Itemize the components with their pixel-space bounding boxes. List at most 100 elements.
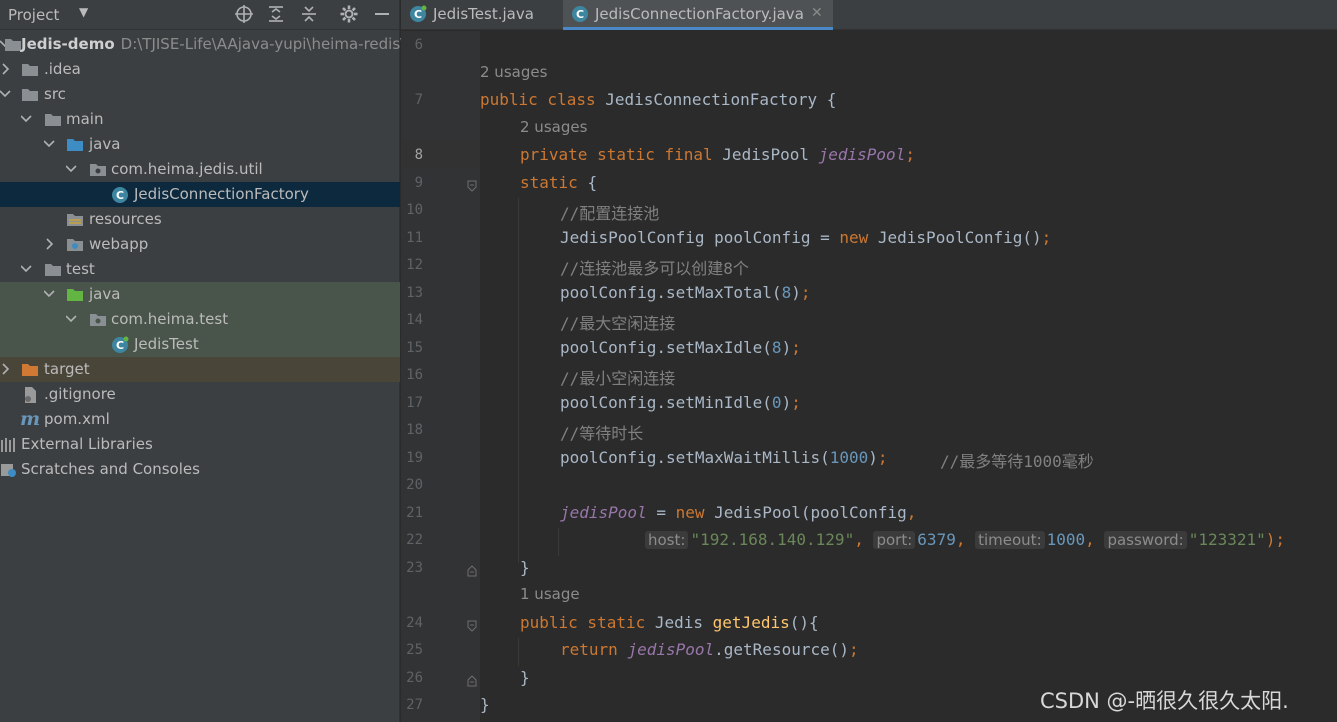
tree-item-main[interactable]: main [0, 107, 400, 132]
folder-icon [21, 61, 39, 78]
code-token: new [839, 228, 878, 247]
usage-hint[interactable]: 2 usages [520, 118, 587, 136]
chevron-right-icon[interactable] [0, 362, 12, 376]
tree-item-jedis-test[interactable]: C JedisTest [0, 332, 400, 357]
code-token: ; [877, 448, 888, 467]
libraries-icon [0, 436, 18, 453]
expand-all-icon[interactable] [265, 4, 287, 26]
chevron-right-icon[interactable] [44, 237, 56, 251]
code-line-22: host: "192.168.140.129", port: 6379, timeo… [645, 530, 1285, 549]
scratches-icon [0, 461, 18, 478]
usage-hint[interactable]: 2 usages [480, 63, 547, 81]
class-icon: C [111, 186, 129, 203]
source-folder-icon [66, 136, 84, 153]
tree-item-label: src [44, 85, 66, 103]
tree-item-jedis-demo[interactable]: Jedis-demo D:\TJISE-Life\AAjava-yupi\heim… [0, 32, 410, 57]
code-token: "123321" [1188, 530, 1266, 549]
tree-item-webapp[interactable]: webapp [0, 232, 400, 257]
tree-item-java-main[interactable]: java [0, 132, 400, 157]
code-token: ) [868, 448, 878, 467]
chevron-right-icon[interactable] [0, 62, 12, 76]
chevron-down-icon[interactable] [20, 262, 33, 276]
line-number: 25 [406, 642, 423, 658]
code-token: , [854, 530, 864, 549]
code-line-21: jedisPool = new JedisPool(poolConfig, [560, 503, 916, 522]
line-number: 18 [406, 422, 423, 438]
tree-item-gitignore[interactable]: .gitignore [0, 382, 400, 407]
code-token: ; [849, 640, 859, 659]
code-token: poolConfig.setMaxTotal( [560, 283, 782, 302]
indent-guide [518, 638, 519, 666]
tab-jedis-connection-factory[interactable]: C JedisConnectionFactory.java ✕ [563, 0, 833, 30]
line-number: 13 [406, 285, 423, 301]
code-token: = [646, 503, 676, 522]
tree-item-resources[interactable]: resources [0, 207, 400, 232]
code-token: public static [520, 613, 655, 632]
package-icon [89, 311, 107, 328]
code-line-18: //等待时长 [560, 424, 644, 443]
code-line-11: JedisPoolConfig poolConfig = new JedisPo… [560, 228, 1051, 247]
chevron-down-icon[interactable] [43, 137, 56, 151]
parameter-hint: host: [645, 531, 689, 549]
project-panel: Project ▼ Jedis-demo D:\TJISE-Life\AAjava… [0, 0, 410, 722]
tree-item-pom[interactable]: m pom.xml [0, 407, 400, 432]
project-title[interactable]: Project [8, 6, 59, 24]
collapse-all-icon[interactable] [298, 4, 320, 26]
line-number: 23 [406, 560, 423, 576]
resources-folder-icon [66, 211, 84, 228]
fold-marker-icon[interactable] [467, 617, 477, 632]
fold-marker-icon[interactable] [467, 562, 477, 577]
chevron-down-icon[interactable] [20, 112, 33, 126]
chevron-down-icon[interactable] [65, 312, 78, 326]
close-icon[interactable]: ✕ [811, 5, 823, 21]
chevron-down-icon[interactable] [65, 162, 78, 176]
tree-item-label: java [89, 285, 121, 303]
line-number: 16 [406, 367, 423, 383]
fold-marker-icon[interactable] [467, 672, 477, 687]
project-path: D:\TJISE-Life\AAjava-yupi\heima-redis\. [120, 35, 410, 53]
tab-jedis-test[interactable]: C JedisTest.java [401, 0, 561, 30]
code-line-19: poolConfig.setMaxWaitMillis(1000); [560, 448, 888, 467]
tab-label: JedisConnectionFactory.java [595, 5, 804, 23]
code-line-15: poolConfig.setMaxIdle(8); [560, 338, 801, 357]
line-number: 12 [406, 257, 423, 273]
fold-marker-icon[interactable] [467, 177, 477, 192]
chevron-down-icon[interactable] [0, 87, 12, 101]
tree-item-java-test[interactable]: java [0, 282, 400, 307]
tree-item-label: Scratches and Consoles [21, 460, 200, 478]
code-token: 8 [781, 283, 792, 302]
minimize-icon[interactable] [371, 4, 393, 26]
code-token: static [520, 173, 588, 192]
tree-item-package-util[interactable]: com.heima.jedis.util [0, 157, 400, 182]
code-line-23: } [520, 558, 530, 577]
locate-icon[interactable] [233, 4, 255, 26]
chevron-down-icon[interactable]: ▼ [79, 5, 88, 19]
line-number: 7 [414, 92, 423, 108]
ignore-file-icon [21, 386, 39, 403]
tree-item-idea[interactable]: .idea [0, 57, 400, 82]
usage-hint[interactable]: 1 usage [520, 585, 580, 603]
parameter-hint: password: [1104, 531, 1187, 549]
tree-item-external-libraries[interactable]: External Libraries [0, 432, 400, 457]
line-number: 6 [414, 37, 423, 53]
module-folder-icon [4, 36, 22, 53]
tree-item-label: com.heima.test [111, 310, 229, 328]
tree-item-package-test[interactable]: com.heima.test [0, 307, 400, 332]
code-token: , [1085, 530, 1095, 549]
tree-item-label: Jedis-demo [21, 35, 115, 53]
tree-item-target[interactable]: target [0, 357, 400, 382]
tree-item-test[interactable]: test [0, 257, 400, 282]
code-line-16: //最小空闲连接 [560, 369, 676, 388]
tree-item-label: target [44, 360, 90, 378]
line-number: 9 [414, 175, 423, 191]
code-line-10: //配置连接池 [560, 204, 660, 223]
package-icon [89, 161, 107, 178]
code-token: poolConfig.setMaxWaitMillis( [560, 448, 830, 467]
gear-icon[interactable] [338, 4, 360, 26]
tree-item-scratches[interactable]: Scratches and Consoles [0, 457, 400, 482]
chevron-down-icon[interactable] [43, 287, 56, 301]
tree-item-src[interactable]: src [0, 82, 400, 107]
code-token: JedisPoolConfig() [877, 228, 1042, 247]
tree-item-jedis-connection-factory[interactable]: C JedisConnectionFactory [0, 182, 400, 207]
folder-icon [44, 261, 62, 278]
